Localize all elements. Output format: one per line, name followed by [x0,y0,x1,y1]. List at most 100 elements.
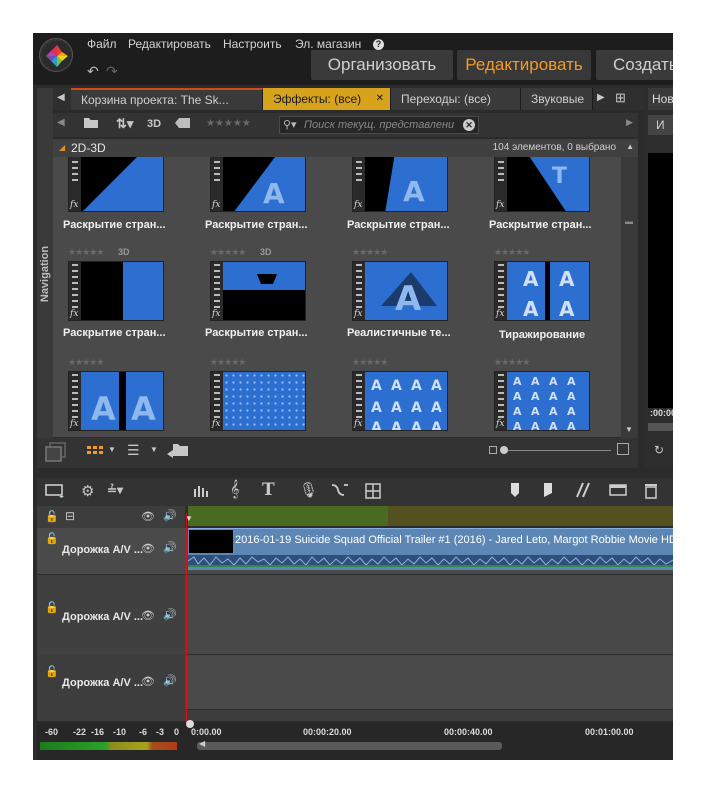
eye-icon[interactable]: 👁 [141,542,155,555]
preview-panel-icon[interactable] [45,441,67,466]
player-scrubber[interactable] [648,423,673,431]
rating-stars[interactable]: ★★★★★ [68,247,104,258]
timeline-top-ruler[interactable]: ▼ [185,506,673,526]
effect-item[interactable]: ★★★★★ AAAAAAAAAAAAAAAA fx [479,357,609,437]
organize-button[interactable]: Организовать [311,50,453,80]
folder-icon[interactable] [83,115,99,132]
small-size-icon[interactable] [489,446,497,454]
large-size-icon[interactable] [617,443,629,455]
rating-filter[interactable]: ★★★★★ [206,118,251,129]
track-row[interactable]: 🔓 Дорожка A/V ... 👁 🔊 [37,575,673,655]
microphone-icon[interactable]: 🎙 [299,481,318,499]
view-3d-toggle[interactable]: 3D [147,118,161,130]
undo-icon[interactable]: ↶ [87,63,99,80]
redo-icon[interactable]: ↷ [106,63,118,80]
clear-search-icon[interactable]: ✕ [463,119,475,131]
list-view-icon[interactable]: ☰ [127,442,140,459]
speaker-icon[interactable]: 🔊 [163,608,177,621]
tab-effects-close-icon[interactable]: ✕ [376,88,384,110]
player-tab[interactable]: Нов [648,88,673,110]
track-list-icon[interactable]: ⊟ [65,509,75,523]
track-name[interactable]: Дорожка A/V ... [62,611,143,623]
storyboard-icon[interactable] [609,483,627,500]
help-icon[interactable]: ? [373,39,384,50]
list-view-dropdown-icon[interactable]: ▼ [150,445,158,454]
title-text-icon[interactable]: T [262,480,275,500]
music-icon[interactable]: 𝄞 [230,481,239,499]
eye-icon[interactable]: 👁 [141,675,155,688]
timeline-horizontal-scrollbar[interactable]: ◀ [197,739,502,750]
speaker-icon[interactable]: 🔊 [163,674,177,687]
rating-stars[interactable]: ★★★★★ [352,247,388,258]
tab-transitions[interactable]: Переходы: (все) [391,88,521,110]
effect-item[interactable]: fx Раскрытие стран... [53,157,183,247]
video-clip[interactable]: 2016-01-19 Suicide Squad Official Traile… [188,528,673,570]
lock-icon[interactable]: 🔓 [45,532,59,545]
playhead[interactable] [186,513,187,745]
multicam-icon[interactable] [365,483,381,502]
effect-item[interactable]: ★★★★★ 3D fx Раскрытие стран... [53,247,183,357]
tab-effects[interactable]: Эффекты: (все) ✕ [263,88,391,110]
marker-left-icon[interactable] [509,482,521,501]
scroll-down-icon[interactable]: ▼ [625,425,633,434]
tabs-left-arrow-icon[interactable]: ◀ [57,92,65,103]
grid-view-dropdown-icon[interactable]: ▼ [108,445,116,454]
tab-project-bin[interactable]: Корзина проекта: The Sk... [71,88,263,110]
lock-icon[interactable]: 🔓 [45,665,59,678]
forward-arrow-icon[interactable]: ▶ [626,117,633,128]
effect-item[interactable]: ★★★★★ A fx Реалистичные те... [337,247,467,357]
new-tab-icon[interactable]: ⊞ [615,90,626,106]
loop-icon[interactable]: ↻ [654,443,664,457]
track-row[interactable]: 🔓 Дорожка A/V ... 👁 🔊 [37,655,673,710]
audio-mixer-icon[interactable] [193,483,211,500]
effect-item[interactable]: A fx Раскрытие стран... [195,157,325,247]
track-name[interactable]: Дорожка A/V ... [62,544,143,556]
rating-stars[interactable]: ★★★★★ [210,247,246,258]
trash-icon[interactable] [644,482,658,502]
effect-item[interactable]: ★★★★★ AA fx [53,357,183,437]
razor-icon[interactable] [574,481,592,502]
edit-mode-button[interactable]: Редактировать [457,50,591,80]
library-scrollbar[interactable]: ▬ ▼ [621,157,638,438]
menu-file[interactable]: Файл [87,37,117,51]
sort-icon[interactable]: ⇅▾ [116,116,133,132]
tab-sound[interactable]: Звуковые [521,88,593,110]
navigation-strip[interactable]: Navigation [37,88,53,468]
search-input[interactable]: ⚲▾ Поиск текущ. представлени ✕ [279,116,479,134]
lock-all-icon[interactable]: 🔓 [45,510,59,523]
back-arrow-icon[interactable]: ◀ [57,117,65,128]
player-subtab[interactable]: И [648,115,673,135]
effect-item[interactable]: ★★★★★ AAAAAAAAAAAA fx [337,357,467,437]
eye-all-icon[interactable]: 👁 [141,510,155,523]
collapse-arrow-icon[interactable]: ◢ [59,143,65,152]
effect-item[interactable]: A fx Раскрытие стран... [337,157,467,247]
rating-stars[interactable]: ★★★★★ [68,357,104,368]
rating-stars[interactable]: ★★★★★ [352,357,388,368]
speaker-icon[interactable]: 🔊 [163,541,177,554]
create-button[interactable]: Создать [596,50,673,80]
effect-item[interactable]: ★★★★★ fx [195,357,325,437]
motion-icon[interactable] [331,482,349,501]
menu-store[interactable]: Эл. магазин [295,37,361,51]
eye-icon[interactable]: 👁 [141,609,155,622]
effect-item[interactable]: ★★★★★ 3D fx Раскрытие стран... [195,247,325,357]
tag-icon[interactable] [175,117,191,132]
monitor-icon[interactable] [45,484,65,501]
grid-view-icon[interactable] [87,446,103,461]
effect-item[interactable]: ★★★★★ AAAA fx Тиражирование [479,247,609,357]
speaker-all-icon[interactable]: 🔊 [163,509,177,522]
tabs-right-arrow-icon[interactable]: ▶ [597,92,605,103]
menu-edit[interactable]: Редактировать [128,37,211,51]
search-icon[interactable]: ⚲▾ [283,117,297,133]
lock-icon[interactable]: 🔓 [45,601,59,614]
track-name[interactable]: Дорожка A/V ... [62,677,143,689]
scroll-up-icon[interactable]: ▲ [626,142,634,151]
scroll-left-icon[interactable]: ◀ [199,739,205,748]
thumbnail-size-slider[interactable] [501,450,611,451]
folder-link-icon[interactable] [167,442,189,463]
menu-settings[interactable]: Настроить [223,37,282,51]
slider-knob[interactable] [500,446,508,454]
effect-item[interactable]: T fx Раскрытие стран... [479,157,609,247]
group-header[interactable]: ◢ 2D-3D 104 элементов, 0 выбрано ▲ [53,139,638,157]
rating-stars[interactable]: ★★★★★ [210,357,246,368]
